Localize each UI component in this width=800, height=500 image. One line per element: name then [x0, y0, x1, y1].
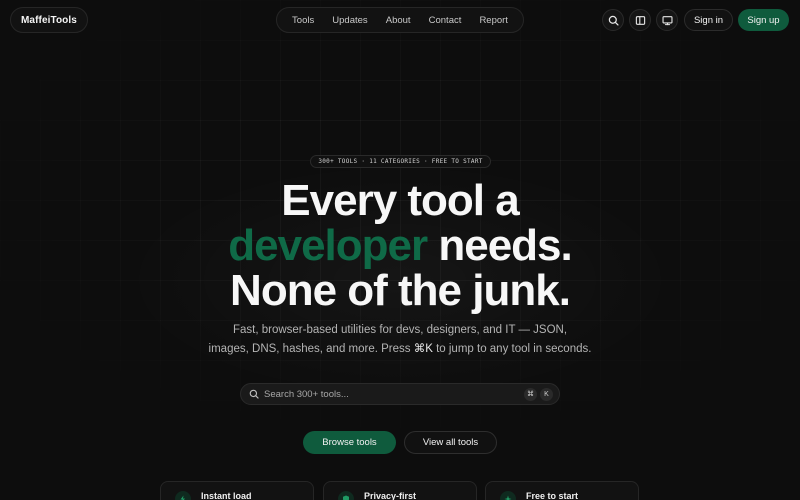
- headline-line-3: None of the junk.: [230, 266, 571, 315]
- headline-line-1: Every tool a: [281, 176, 519, 225]
- search-input[interactable]: [264, 388, 521, 400]
- search-icon: [249, 389, 259, 399]
- monitor-icon: [661, 15, 673, 25]
- hero-subtitle-line-1: Fast, browser-based utilities for devs, …: [232, 324, 568, 336]
- tool-search-bar[interactable]: ⌘ K: [240, 383, 560, 405]
- subtitle-text-a: images, DNS, hashes, and more. Press: [208, 343, 414, 355]
- sparkle-icon: [500, 491, 516, 500]
- feature-label: Free to start: [526, 491, 579, 500]
- headline-line-2: developer needs.: [0, 223, 800, 268]
- feature-card-privacy-first: Privacy-first: [323, 481, 477, 500]
- search-button[interactable]: [602, 9, 624, 31]
- lightning-icon: [175, 491, 191, 500]
- nav-item-about[interactable]: About: [386, 15, 411, 26]
- kbd-command: ⌘: [524, 387, 537, 401]
- feature-card-free-to-start: Free to start: [485, 481, 639, 500]
- headline-accent: developer: [228, 221, 428, 270]
- nav-item-contact[interactable]: Contact: [429, 15, 462, 26]
- theme-toggle-button[interactable]: [656, 9, 678, 31]
- view-all-tools-button[interactable]: View all tools: [404, 431, 497, 454]
- hero-badge: 300+ TOOLS · 11 CATEGORIES · FREE TO STA…: [310, 155, 491, 168]
- sign-in-button[interactable]: Sign in: [684, 9, 733, 31]
- search-icon: [608, 15, 619, 26]
- sidebar-toggle-button[interactable]: [629, 9, 651, 31]
- nav-item-report[interactable]: Report: [479, 15, 508, 26]
- main-nav: Tools Updates About Contact Report: [276, 7, 524, 33]
- hero-subtitle-line-2: images, DNS, hashes, and more. Press ⌘K …: [0, 340, 800, 359]
- feature-label: Privacy-first: [364, 491, 417, 500]
- shortcut-hint: ⌘K: [413, 343, 433, 355]
- shield-icon: [338, 491, 354, 500]
- subtitle-text-b: to jump to any tool in seconds.: [432, 343, 592, 355]
- browse-tools-button[interactable]: Browse tools: [303, 431, 396, 454]
- logo[interactable]: MaffeiTools: [10, 7, 88, 33]
- kbd-k: K: [540, 387, 553, 401]
- sidebar-icon: [635, 15, 645, 25]
- nav-item-tools[interactable]: Tools: [292, 15, 314, 26]
- sign-up-button[interactable]: Sign up: [738, 9, 789, 31]
- headline-line-2-rest: needs.: [427, 221, 572, 270]
- feature-label: Instant load: [201, 491, 252, 500]
- nav-item-updates[interactable]: Updates: [332, 15, 367, 26]
- feature-card-instant-load: Instant load: [160, 481, 314, 500]
